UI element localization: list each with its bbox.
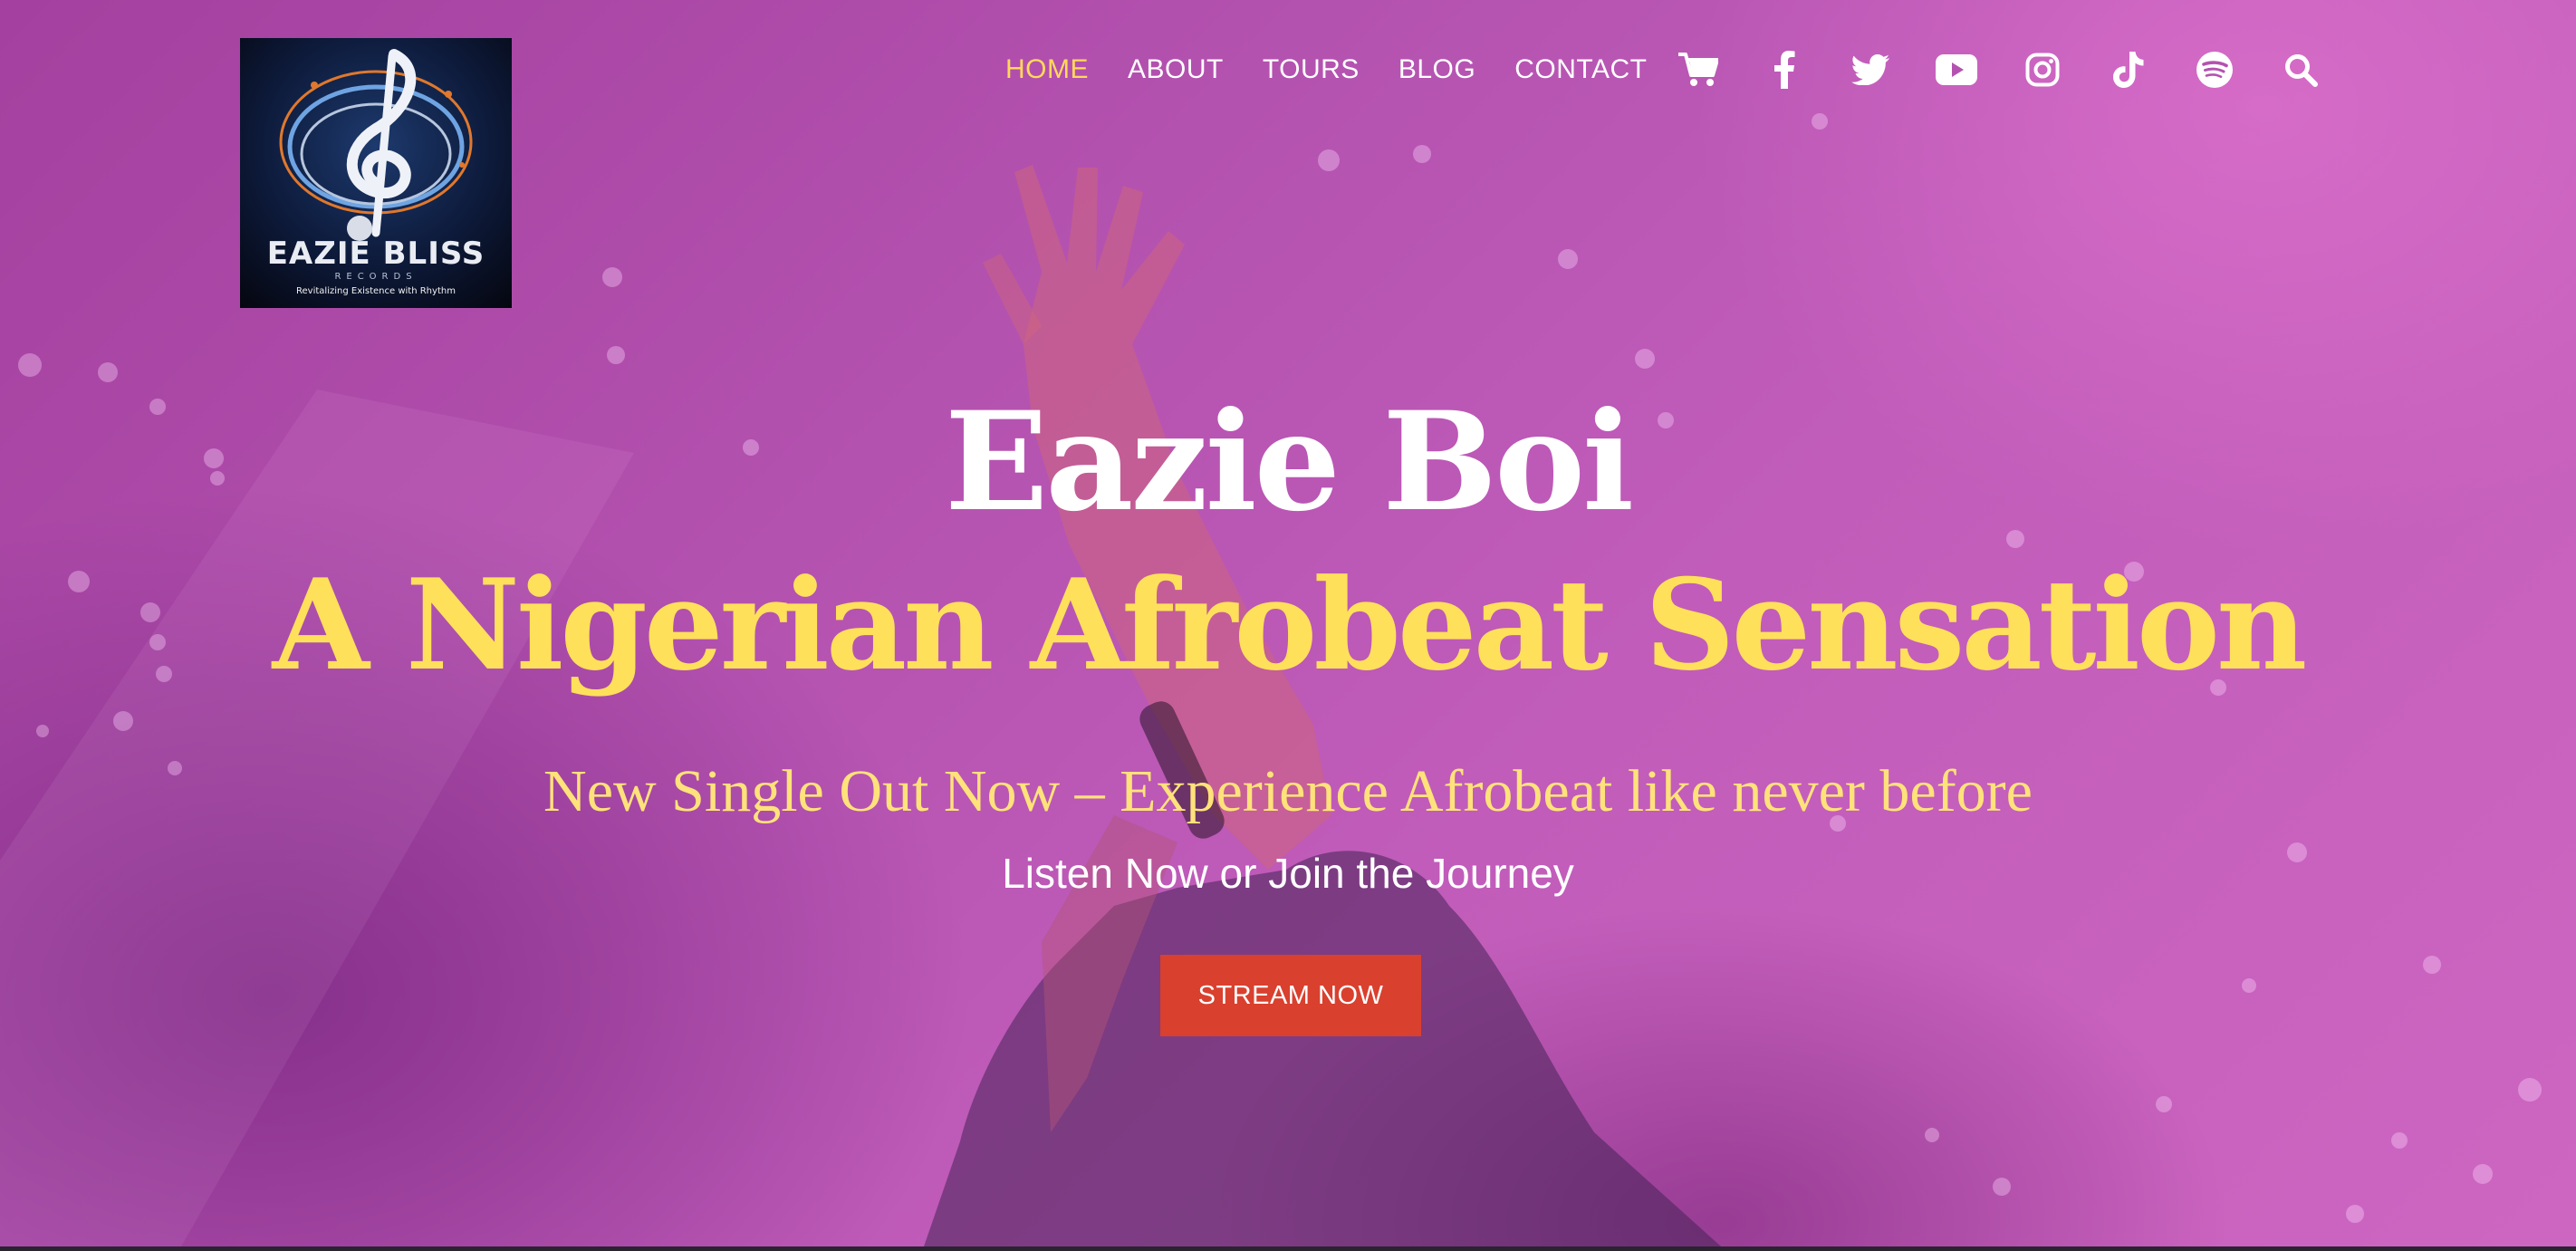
nav-item-tours[interactable]: TOURS — [1263, 54, 1360, 85]
nav-item-blog[interactable]: BLOG — [1399, 54, 1475, 85]
social-icons — [1676, 47, 2323, 92]
nav-item-contact[interactable]: CONTACT — [1514, 54, 1647, 85]
youtube-icon[interactable] — [1934, 47, 1979, 92]
cart-icon[interactable] — [1676, 47, 1721, 92]
logo-tagline: Revitalizing Existence with Rhythm — [296, 286, 456, 296]
bottom-strip — [0, 1246, 2576, 1251]
logo-subtitle: RECORDS — [334, 272, 418, 282]
nav-item-home[interactable]: HOME — [1005, 54, 1089, 85]
logo-name: EAZIE BLISS — [266, 236, 485, 272]
hero-tagline: Listen Now or Join the Journey — [1002, 850, 1574, 897]
facebook-icon[interactable] — [1762, 47, 1807, 92]
instagram-icon[interactable] — [2020, 47, 2065, 92]
hero-headline: A Nigerian Afrobeat Sensation — [272, 551, 2308, 698]
main-nav: HOME ABOUT TOURS BLOG CONTACT — [1005, 51, 1686, 89]
twitter-icon[interactable] — [1848, 47, 1893, 92]
hero-section: EAZIE BLISS RECORDS Revitalizing Existen… — [0, 0, 2576, 1246]
spotify-icon[interactable] — [2192, 47, 2237, 92]
search-icon[interactable] — [2278, 47, 2323, 92]
hero-subtitle: New Single Out Now – Experience Afrobeat… — [543, 758, 2033, 824]
hero-title: Eazie Boi — [944, 382, 1634, 542]
tiktok-icon[interactable] — [2106, 47, 2151, 92]
logo[interactable]: EAZIE BLISS RECORDS Revitalizing Existen… — [240, 38, 512, 308]
stream-now-button[interactable]: STREAM NOW — [1160, 955, 1421, 1036]
nav-item-about[interactable]: ABOUT — [1128, 54, 1224, 85]
